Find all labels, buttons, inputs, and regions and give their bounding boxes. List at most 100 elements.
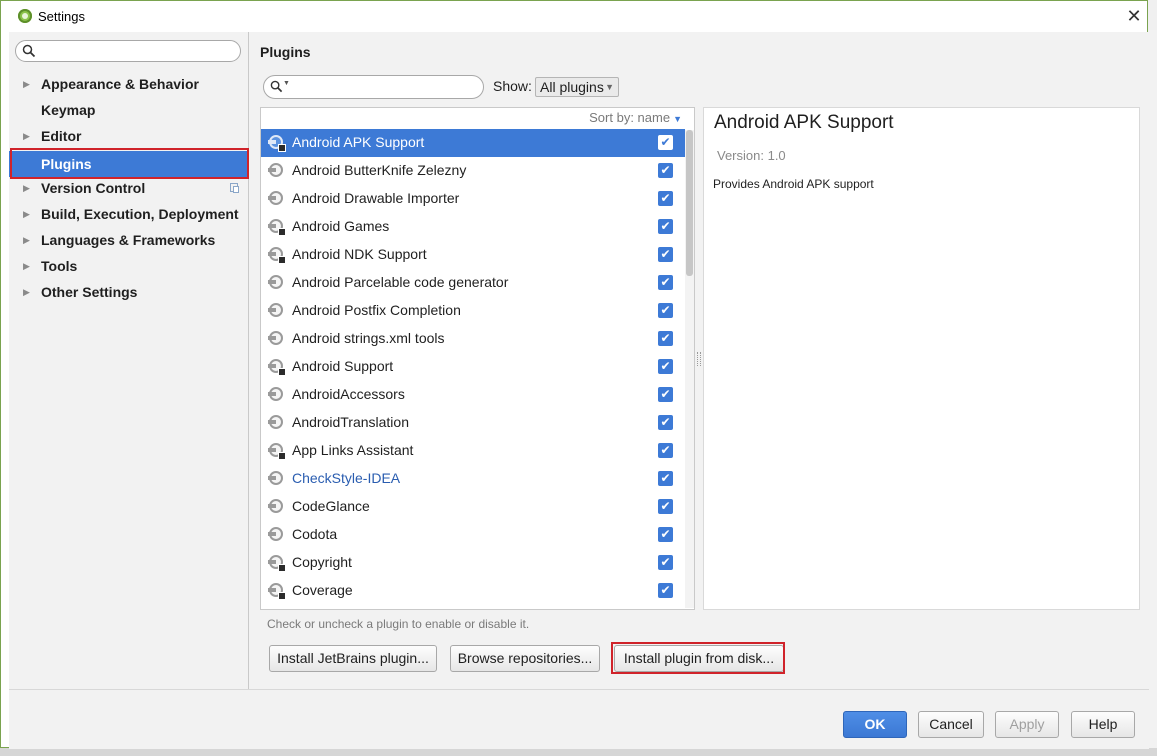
plugin-row[interactable]: Android Drawable Importer ✔: [261, 185, 685, 213]
plugin-icon: [268, 499, 283, 513]
plugin-list-scrollbar[interactable]: [685, 130, 694, 608]
sidebar-item-appearance-behavior[interactable]: ▶ Appearance & Behavior: [9, 72, 249, 96]
install-jetbrains-plugin-button[interactable]: Install JetBrains plugin...: [269, 645, 437, 672]
bundled-badge-icon: [278, 452, 286, 460]
plugin-row[interactable]: Android Parcelable code generator ✔: [261, 269, 685, 297]
plugin-enabled-checkbox[interactable]: ✔: [658, 191, 673, 206]
plugin-icon: [268, 303, 283, 317]
scrollbar-thumb[interactable]: [686, 130, 693, 276]
plugin-enabled-checkbox[interactable]: ✔: [658, 359, 673, 374]
android-studio-icon: [18, 9, 32, 23]
plugin-detail-description: Provides Android APK support: [713, 177, 874, 191]
plugin-row[interactable]: Android strings.xml tools ✔: [261, 325, 685, 353]
sidebar-item-keymap[interactable]: Keymap: [9, 98, 249, 122]
plugin-row[interactable]: App Links Assistant ✔: [261, 437, 685, 465]
plugin-icon: [268, 583, 286, 600]
expand-arrow-icon[interactable]: ▶: [23, 72, 30, 96]
plugin-row[interactable]: Android ButterKnife Zelezny ✔: [261, 157, 685, 185]
plugin-icon: [268, 135, 286, 152]
plugin-icon: [268, 443, 286, 460]
plugin-enabled-checkbox[interactable]: ✔: [658, 555, 673, 570]
plugin-name: Android Games: [292, 218, 390, 234]
splitter-handle[interactable]: [697, 352, 701, 366]
sidebar-item-label: Languages & Frameworks: [41, 232, 216, 248]
project-scope-icon: [230, 183, 239, 193]
chevron-down-icon: ▼: [605, 82, 614, 92]
plugin-icon: [268, 387, 283, 401]
plugin-detail-panel: Android APK Support Version: 1.0 Provide…: [703, 107, 1140, 610]
plugin-name: Android Support: [292, 358, 394, 374]
close-button[interactable]: ✕: [1123, 5, 1145, 27]
plugin-enabled-checkbox[interactable]: ✔: [658, 135, 673, 150]
plugin-enabled-checkbox[interactable]: ✔: [658, 415, 673, 430]
plugin-hint-text: Check or uncheck a plugin to enable or d…: [267, 617, 530, 631]
cancel-button[interactable]: Cancel: [918, 711, 984, 738]
plugin-enabled-checkbox[interactable]: ✔: [658, 499, 673, 514]
plugin-list: Sort by: name ▼ Android APK Support ✔ Andro…: [260, 107, 695, 610]
plugin-name: Android Parcelable code generator: [292, 274, 509, 290]
expand-arrow-icon[interactable]: ▶: [23, 124, 30, 148]
show-filter-value: All plugins: [540, 79, 604, 95]
expand-arrow-icon[interactable]: ▶: [23, 176, 30, 200]
plugin-row[interactable]: Android NDK Support ✔: [261, 241, 685, 269]
show-filter-dropdown[interactable]: All plugins ▼: [535, 77, 619, 97]
plugin-icon: [268, 527, 283, 541]
plugin-enabled-checkbox[interactable]: ✔: [658, 163, 673, 178]
settings-dialog: Settings ✕ ▶ Appearance & Behavior Keymap ▶…: [0, 0, 1149, 749]
plugin-enabled-checkbox[interactable]: ✔: [658, 247, 673, 262]
plugin-enabled-checkbox[interactable]: ✔: [658, 443, 673, 458]
plugin-row[interactable]: CodeGlance ✔: [261, 493, 685, 521]
plugin-row[interactable]: Coverage ✔: [261, 577, 685, 605]
expand-arrow-icon[interactable]: ▶: [23, 228, 30, 252]
sort-by-dropdown[interactable]: Sort by: name ▼: [589, 110, 682, 125]
plugin-name: CheckStyle-IDEA: [292, 470, 401, 486]
plugin-enabled-checkbox[interactable]: ✔: [658, 275, 673, 290]
plugin-enabled-checkbox[interactable]: ✔: [658, 219, 673, 234]
sidebar-item-build-execution-deployment[interactable]: ▶ Build, Execution, Deployment: [9, 202, 249, 226]
help-button[interactable]: Help: [1071, 711, 1135, 738]
sidebar-item-tools[interactable]: ▶ Tools: [9, 254, 249, 278]
settings-search-input[interactable]: [15, 40, 241, 62]
plugin-row[interactable]: AndroidAccessors ✔: [261, 381, 685, 409]
browse-repositories-button[interactable]: Browse repositories...: [450, 645, 600, 672]
plugin-enabled-checkbox[interactable]: ✔: [658, 387, 673, 402]
sidebar-item-version-control[interactable]: ▶ Version Control: [9, 176, 249, 200]
plugin-enabled-checkbox[interactable]: ✔: [658, 331, 673, 346]
ok-button[interactable]: OK: [843, 711, 907, 738]
plugin-detail-version: Version: 1.0: [717, 148, 786, 163]
sidebar-item-other-settings[interactable]: ▶ Other Settings: [9, 280, 249, 304]
plugin-icon: [268, 415, 283, 429]
plugin-row[interactable]: Android Postfix Completion ✔: [261, 297, 685, 325]
plugin-icon: [268, 471, 283, 485]
window-title: Settings: [38, 9, 85, 24]
plugin-row[interactable]: Copyright ✔: [261, 549, 685, 577]
plugin-row[interactable]: Android Support ✔: [261, 353, 685, 381]
plugin-name: AndroidAccessors: [292, 386, 405, 402]
install-from-disk-highlight-outline: [611, 642, 785, 674]
plugin-search-input[interactable]: ▼: [263, 75, 484, 99]
expand-arrow-icon[interactable]: ▶: [23, 254, 30, 278]
expand-arrow-icon[interactable]: ▶: [23, 202, 30, 226]
plugin-row[interactable]: AndroidTranslation ✔: [261, 409, 685, 437]
plugin-row[interactable]: Codota ✔: [261, 521, 685, 549]
search-icon: [22, 44, 36, 58]
expand-arrow-icon[interactable]: ▶: [23, 280, 30, 304]
plugin-name: App Links Assistant: [292, 442, 414, 458]
search-options-caret-icon[interactable]: ▼: [283, 80, 290, 87]
plugin-row[interactable]: Android APK Support ✔: [261, 129, 685, 157]
sidebar-item-label: Build, Execution, Deployment: [41, 206, 239, 222]
plugin-icon: [268, 219, 286, 236]
plugin-enabled-checkbox[interactable]: ✔: [658, 471, 673, 486]
plugin-row[interactable]: Android Games ✔: [261, 213, 685, 241]
plugin-name: Android strings.xml tools: [292, 330, 445, 346]
bundled-badge-icon: [278, 368, 286, 376]
apply-button[interactable]: Apply: [995, 711, 1059, 738]
plugin-row[interactable]: CheckStyle-IDEA ✔: [261, 465, 685, 493]
plugin-enabled-checkbox[interactable]: ✔: [658, 527, 673, 542]
bundled-badge-icon: [278, 228, 286, 236]
sidebar-item-languages-frameworks[interactable]: ▶ Languages & Frameworks: [9, 228, 249, 252]
plugin-enabled-checkbox[interactable]: ✔: [658, 583, 673, 598]
bundled-badge-icon: [278, 144, 286, 152]
sidebar-item-editor[interactable]: ▶ Editor: [9, 124, 249, 148]
plugin-enabled-checkbox[interactable]: ✔: [658, 303, 673, 318]
